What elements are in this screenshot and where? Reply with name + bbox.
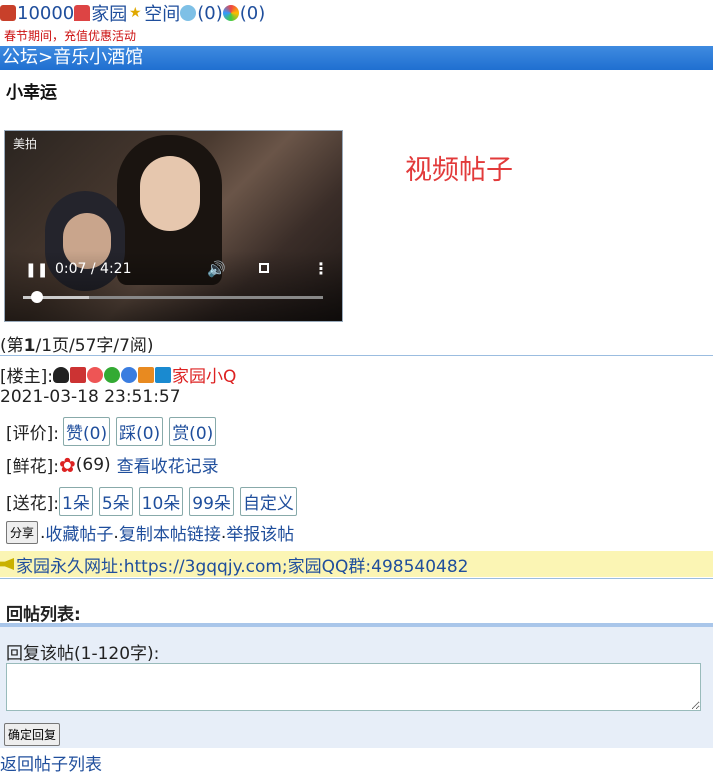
- promo-text[interactable]: 春节期间，充值优惠活动: [4, 27, 136, 44]
- rating-row: [评价]: 赞(0) 踩(0) 赏(0): [6, 417, 222, 446]
- messages-link[interactable]: (0): [197, 3, 223, 24]
- send-5-button[interactable]: 5朵: [98, 487, 133, 516]
- divider: [0, 355, 713, 356]
- star-icon: ★: [128, 5, 142, 21]
- favorite-link[interactable]: 收藏帖子: [45, 520, 113, 545]
- send-1-button[interactable]: 1朵: [59, 487, 93, 516]
- flower-records-link[interactable]: 查看收花记录: [117, 452, 219, 477]
- submit-reply-button[interactable]: 确定回复: [4, 723, 61, 746]
- actions-row: 分享 . 收藏帖子 . 复制本帖链接 . 举报该帖: [6, 520, 294, 545]
- like-button[interactable]: 赞(0): [63, 417, 111, 446]
- more-options-icon[interactable]: ⋮: [313, 259, 329, 278]
- breadcrumb-board[interactable]: 音乐小酒馆: [53, 47, 143, 68]
- video-time: 0:07 / 4:21: [55, 261, 132, 277]
- page-info-suffix: /1页/57字/7阅): [35, 336, 154, 356]
- page-info-prefix: (第: [0, 336, 24, 356]
- divider: [0, 578, 713, 579]
- video-watermark: 美拍: [13, 137, 38, 151]
- vip-icon: [155, 366, 171, 383]
- breadcrumb-forum[interactable]: 公坛: [2, 47, 38, 68]
- breadcrumb: 公坛>音乐小酒馆: [0, 46, 713, 70]
- site-notice: 家园永久网址:https://3gqqjy.com;家园QQ群:49854048…: [0, 551, 713, 577]
- reply-list-heading: 回帖列表:: [6, 605, 81, 625]
- send-label: [送花]:: [6, 494, 59, 514]
- rating-label: [评价]:: [6, 424, 59, 444]
- report-link[interactable]: 举报该帖: [226, 520, 294, 545]
- pause-icon[interactable]: ❚❚: [25, 262, 48, 278]
- page-current: 1: [23, 336, 36, 356]
- notice-link[interactable]: 家园永久网址:https://3gqqjy.com;家园QQ群:49854048…: [16, 552, 468, 577]
- reply-form: 回复该帖(1-120字): 确定回复: [0, 623, 713, 748]
- wallet-icon: [0, 5, 16, 21]
- badge-green-icon: [104, 366, 120, 383]
- qq-penguin-icon: [53, 366, 69, 383]
- send-99-button[interactable]: 99朵: [189, 487, 234, 516]
- home-icon: [74, 5, 91, 21]
- reply-form-label: 回复该帖(1-120字):: [6, 644, 160, 664]
- post-title: 小幸运: [6, 83, 57, 103]
- post-date: 2021-03-18 23:51:57: [0, 387, 181, 407]
- send-10-button[interactable]: 10朵: [138, 487, 184, 516]
- reply-textarea[interactable]: [6, 663, 701, 711]
- tip-button[interactable]: 赏(0): [169, 417, 217, 446]
- breadcrumb-separator: >: [38, 47, 54, 68]
- notices-link[interactable]: (0): [240, 3, 266, 24]
- page-info: (第1/1页/57字/7阅): [0, 331, 154, 356]
- owner-label: [楼主]:: [0, 367, 53, 387]
- badge-icon: [70, 366, 86, 383]
- chat-bubble-icon: [180, 5, 197, 21]
- dislike-button[interactable]: 踩(0): [116, 417, 164, 446]
- volume-icon[interactable]: 🔊: [207, 260, 226, 278]
- send-flowers-row: [送花]: 1朵 5朵 10朵 99朵 自定义: [6, 487, 303, 516]
- speaker-icon: [0, 558, 14, 570]
- badge-red-icon: [87, 366, 103, 383]
- video-frame-face: [140, 156, 200, 231]
- fullscreen-icon[interactable]: [259, 263, 269, 273]
- share-button[interactable]: 分享: [6, 521, 39, 544]
- flowers-row: [鲜花]: ✿ (69) 查看收花记录: [6, 452, 219, 478]
- badge-orange-icon: [138, 366, 154, 383]
- video-player[interactable]: 美拍 ❚❚ 0:07 / 4:21 🔊 ⋮: [4, 130, 343, 322]
- video-post-label: 视频帖子: [405, 155, 513, 186]
- video-progress-handle[interactable]: [31, 291, 43, 303]
- coins-link[interactable]: 10000: [17, 3, 74, 24]
- post-owner: [楼主]: 家园小Q: [0, 362, 236, 387]
- flowers-count: (69): [75, 454, 111, 475]
- flowers-label: [鲜花]:: [6, 457, 59, 477]
- space-link[interactable]: 空间: [144, 0, 180, 26]
- badge-blue-icon: [121, 366, 137, 383]
- top-status-bar: 10000 家园 ★ 空间 (0) (0): [0, 0, 266, 26]
- rose-icon: ✿: [59, 452, 76, 477]
- back-to-list-link[interactable]: 返回帖子列表: [0, 750, 102, 775]
- home-link[interactable]: 家园: [91, 0, 127, 26]
- colorful-circle-icon: [222, 5, 239, 21]
- owner-name-link[interactable]: 家园小Q: [172, 362, 236, 387]
- copy-link[interactable]: 复制本帖链接: [119, 520, 221, 545]
- send-custom-button[interactable]: 自定义: [239, 487, 297, 516]
